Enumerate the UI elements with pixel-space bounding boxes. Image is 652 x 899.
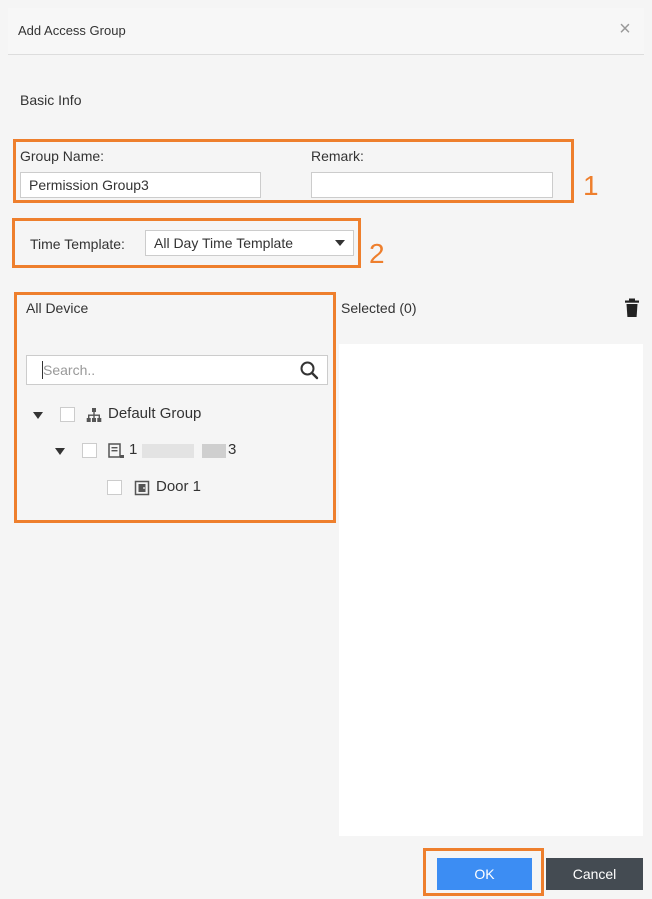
expand-arrow-icon[interactable]	[55, 448, 65, 455]
trash-icon[interactable]	[624, 298, 640, 318]
add-access-group-dialog: Add Access Group × Basic Info 1 Group Na…	[0, 0, 652, 899]
annotation-number-2: 2	[369, 238, 385, 269]
group-name-input[interactable]: Permission Group3	[20, 172, 261, 198]
search-placeholder: Search..	[43, 362, 96, 378]
dialog-title: Add Access Group	[18, 23, 126, 38]
tree-node-door-1[interactable]: Door 1	[30, 478, 330, 500]
annotation-number-1: 1	[583, 170, 599, 201]
tree-node-label: 1	[129, 441, 138, 458]
tree-node-checkbox[interactable]	[82, 443, 97, 458]
remark-input[interactable]	[311, 172, 553, 198]
close-icon[interactable]: ×	[614, 18, 636, 40]
ok-button[interactable]: OK	[437, 858, 532, 890]
dialog-titlebar: Add Access Group ×	[8, 8, 644, 55]
tree-node-checkbox[interactable]	[60, 407, 75, 422]
redacted-text	[142, 444, 194, 458]
dropdown-arrow-icon	[335, 240, 345, 246]
remark-label: Remark:	[311, 148, 364, 164]
tree-node-checkbox[interactable]	[107, 480, 122, 495]
group-name-label: Group Name:	[20, 148, 105, 164]
basic-info-title: Basic Info	[20, 92, 82, 108]
tree-node-default-group[interactable]: Default Group	[30, 405, 330, 427]
selected-list[interactable]	[339, 344, 643, 836]
time-template-label: Time Template:	[30, 236, 125, 252]
tree-node-label-end: 3	[228, 441, 237, 458]
tree-node-label: Door 1	[156, 478, 202, 495]
tree-node-device[interactable]: 1 3	[30, 441, 330, 463]
time-template-value: All Day Time Template	[154, 235, 294, 251]
all-device-header: All Device	[26, 300, 89, 316]
selected-header: Selected (0)	[341, 300, 417, 316]
expand-arrow-icon[interactable]	[33, 412, 43, 419]
cancel-button[interactable]: Cancel	[546, 858, 643, 890]
device-search-input[interactable]: Search..	[26, 355, 328, 385]
org-tree-icon	[86, 408, 102, 422]
door-icon	[134, 480, 150, 496]
redacted-text	[202, 444, 226, 458]
device-icon	[108, 443, 124, 458]
time-template-select[interactable]: All Day Time Template	[145, 230, 354, 256]
search-icon[interactable]	[299, 360, 319, 380]
tree-node-label: Default Group	[108, 405, 202, 422]
